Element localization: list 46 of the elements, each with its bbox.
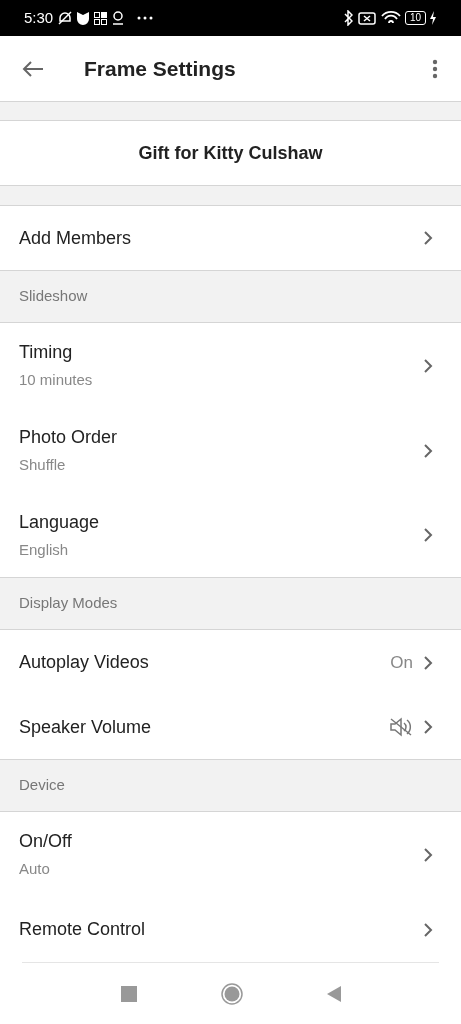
chevron-icon [423,847,433,862]
frame-name: Gift for Kitty Culshaw [138,141,323,165]
sim-off-icon [357,11,376,25]
row-label: Language [19,510,101,534]
chevron-icon [423,443,433,458]
chevron-icon [423,528,433,542]
settings-row[interactable]: Autoplay Videos On [0,630,461,695]
section-header: Slideshow [19,286,88,307]
settings-row[interactable]: Photo Order Shuffle [0,408,461,493]
settings-row[interactable]: Timing 10 minutes [0,323,461,408]
bluetooth-icon [343,10,353,26]
section-header: Display Modes [19,593,118,614]
row-label: Speaker Volume [19,715,153,739]
battery-indicator: 10 [404,11,426,25]
row-subtitle: Auto [19,859,51,880]
row-value: On [390,651,413,674]
home-icon[interactable] [220,982,243,1005]
row-subtitle: Shuffle [19,455,67,476]
pin-icon [112,10,125,26]
settings-row[interactable]: Remote Control [0,897,461,962]
status-time: 5:30 [24,7,54,28]
charging-icon [429,11,437,25]
chevron-icon [423,655,433,670]
chevron-icon [423,358,433,373]
row-subtitle: 10 minutes [19,370,94,391]
row-label: On/Off [19,830,73,854]
more-notifications-icon [137,16,154,20]
chevron-icon [423,922,433,937]
row-label: Photo Order [19,426,119,450]
wifi-icon [380,11,401,25]
row-label: Timing [19,341,74,365]
section-header: Device [19,775,65,796]
grid-icon [94,11,108,25]
chevron-icon [423,720,433,734]
back-arrow-icon [22,59,44,78]
screen-title: Frame Settings [84,55,236,82]
row-label: Remote Control [19,918,147,941]
more-options-icon [432,58,438,79]
recents-icon[interactable] [120,985,137,1002]
alarm-off-icon [58,10,73,26]
settings-row[interactable]: On/Off Auto [0,812,461,897]
row-label: Autoplay Videos [19,651,150,674]
row-subtitle: English [19,539,70,560]
row-label: Add Members [19,226,133,250]
chevron-icon [423,231,433,245]
back-icon[interactable] [326,985,341,1002]
